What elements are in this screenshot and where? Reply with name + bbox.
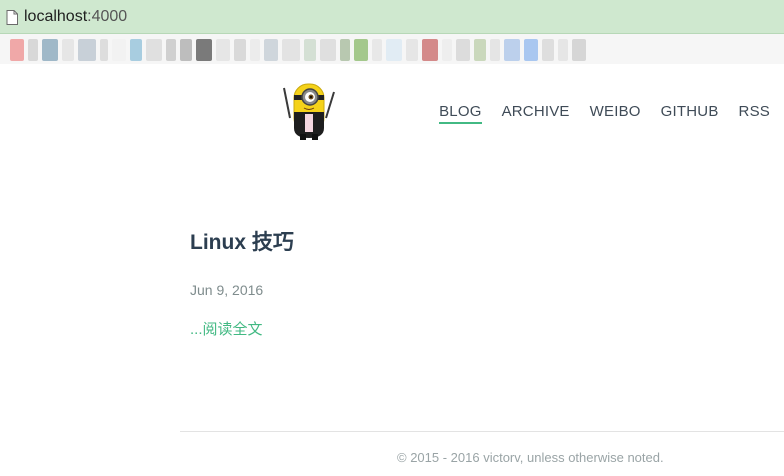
bookmark-item[interactable] <box>166 39 176 61</box>
read-more-link[interactable]: ...阅读全文 <box>190 318 263 339</box>
bookmark-item[interactable] <box>558 39 568 61</box>
bookmark-item[interactable] <box>422 39 438 61</box>
bookmark-item[interactable] <box>456 39 470 61</box>
bookmark-item[interactable] <box>524 39 538 61</box>
bookmark-item[interactable] <box>196 39 212 61</box>
post-date: Jun 9, 2016 <box>190 282 264 298</box>
url-text: localhost:4000 <box>24 8 127 26</box>
bookmark-item[interactable] <box>304 39 316 61</box>
bookmark-item[interactable] <box>386 39 402 61</box>
nav-archive[interactable]: ARCHIVE <box>502 103 570 124</box>
nav-blog[interactable]: BLOG <box>439 103 482 124</box>
footer-divider <box>180 431 784 432</box>
bookmark-item[interactable] <box>234 39 246 61</box>
post-title[interactable]: Linux 技巧 <box>190 226 750 256</box>
bookmark-item[interactable] <box>130 39 142 61</box>
bookmark-item[interactable] <box>42 39 58 61</box>
bookmark-item[interactable] <box>340 39 350 61</box>
browser-url-bar[interactable]: localhost:4000 <box>0 0 784 34</box>
nav-rss[interactable]: RSS <box>739 103 770 124</box>
bookmark-item[interactable] <box>490 39 500 61</box>
bookmark-item[interactable] <box>542 39 554 61</box>
url-host: localhost <box>24 8 88 25</box>
nav-weibo[interactable]: WEIBO <box>590 103 641 124</box>
nav-github[interactable]: GITHUB <box>661 103 719 124</box>
bookmarks-bar <box>0 34 784 64</box>
bookmark-item[interactable] <box>442 39 452 61</box>
site-header: BLOG ARCHIVE WEIBO GITHUB RSS <box>0 64 784 164</box>
bookmark-item[interactable] <box>112 39 126 61</box>
bookmark-item[interactable] <box>10 39 24 61</box>
bookmark-item[interactable] <box>406 39 418 61</box>
bookmark-item[interactable] <box>372 39 382 61</box>
main-nav: BLOG ARCHIVE WEIBO GITHUB RSS <box>439 103 770 124</box>
bookmark-item[interactable] <box>264 39 278 61</box>
url-field[interactable]: localhost:4000 <box>6 8 127 26</box>
page-icon <box>6 9 18 25</box>
bookmark-item[interactable] <box>572 39 586 61</box>
bookmark-item[interactable] <box>474 39 486 61</box>
bookmark-item[interactable] <box>78 39 96 61</box>
bookmark-item[interactable] <box>28 39 38 61</box>
bookmark-item[interactable] <box>146 39 162 61</box>
bookmark-item[interactable] <box>62 39 74 61</box>
footer-copyright: © 2015 - 2016 victorv, unless otherwise … <box>397 450 664 465</box>
bookmark-item[interactable] <box>504 39 520 61</box>
bookmark-item[interactable] <box>180 39 192 61</box>
bookmark-item[interactable] <box>320 39 336 61</box>
bookmark-item[interactable] <box>216 39 230 61</box>
post-item: Linux 技巧 Jun 9, 2016 ...阅读全文 <box>190 226 750 339</box>
bookmark-item[interactable] <box>282 39 300 61</box>
minion-logo-icon[interactable] <box>276 78 340 142</box>
bookmark-item[interactable] <box>354 39 368 61</box>
bookmark-item[interactable] <box>250 39 260 61</box>
url-port: :4000 <box>87 8 128 25</box>
bookmark-item[interactable] <box>100 39 108 61</box>
